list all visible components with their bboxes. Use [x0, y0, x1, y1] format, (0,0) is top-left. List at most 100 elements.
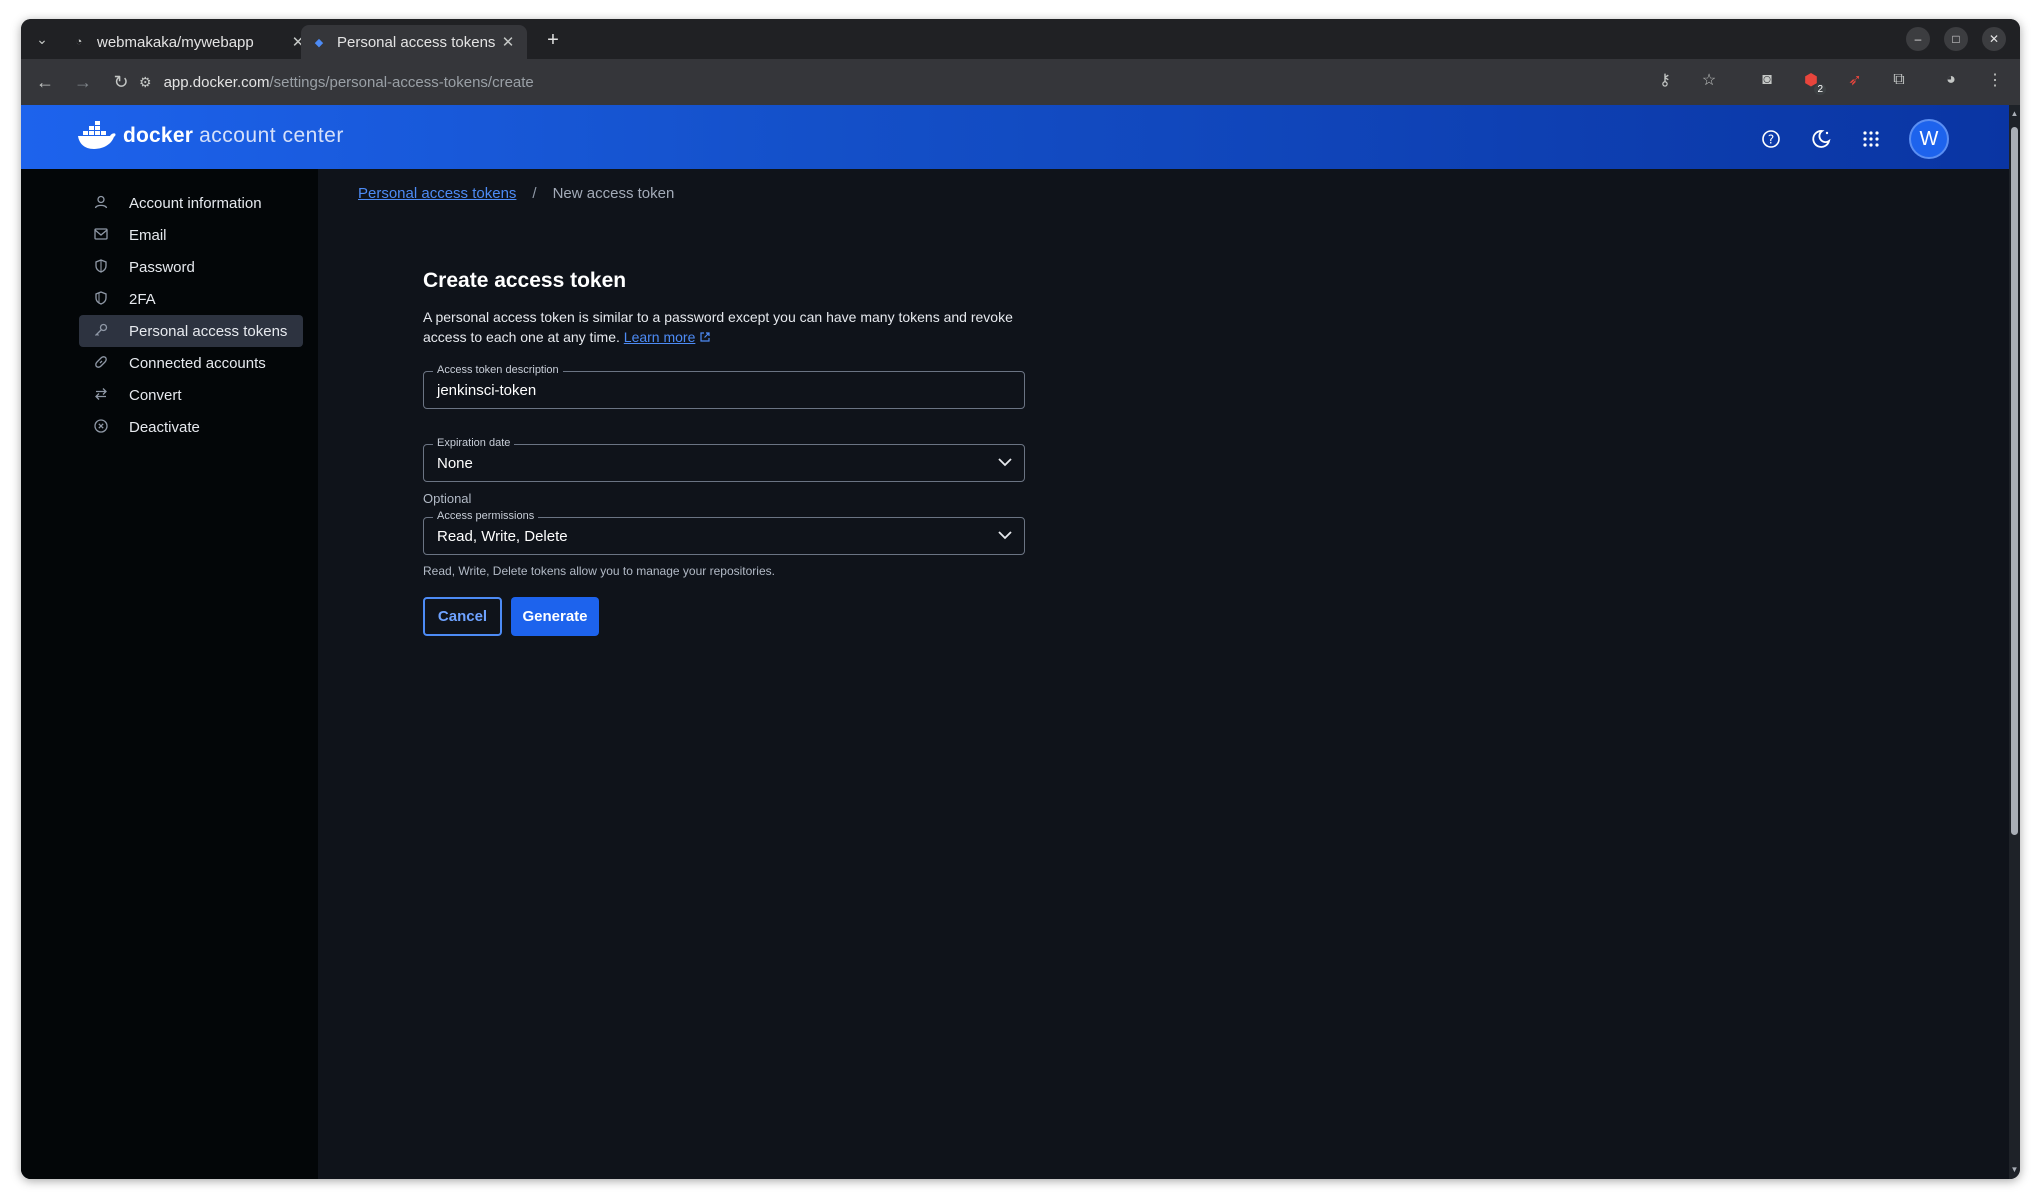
settings-sidebar: Account information Email Password 2FA P…	[21, 169, 318, 1179]
help-icon[interactable]: ?	[1759, 127, 1783, 151]
sidebar-item-connected-accounts[interactable]: Connected accounts	[79, 347, 303, 379]
camera-icon[interactable]: ◙	[1754, 67, 1780, 93]
field-value: jenkinsci-token	[437, 382, 537, 399]
field-value: None	[437, 455, 473, 472]
extension-red-icon[interactable]: ⬢ 2	[1798, 67, 1826, 95]
docker-header: docker account center ? W	[21, 105, 2009, 169]
new-tab-icon[interactable]: +	[541, 29, 565, 53]
scroll-thumb[interactable]	[2011, 127, 2018, 835]
field-label: Access permissions	[433, 510, 539, 522]
scroll-down-arrow-icon[interactable]: ▼	[2010, 1165, 2019, 1175]
permissions-helper-text: Read, Write, Delete tokens allow you to …	[423, 564, 775, 578]
form-description: A personal access token is similar to a …	[423, 307, 1013, 347]
key-icon	[91, 323, 111, 340]
field-value: Read, Write, Delete	[437, 528, 568, 545]
header-actions: ? W	[1759, 119, 1949, 159]
cancel-button[interactable]: Cancel	[423, 597, 502, 636]
bookmark-star-icon[interactable]: ☆	[1696, 67, 1722, 93]
address-bar[interactable]: ⚙ app.docker.com/settings/personal-acces…	[139, 66, 1709, 98]
page-title: Create access token	[423, 269, 627, 292]
extensions-puzzle-icon[interactable]: ⧉	[1886, 67, 1912, 93]
tab-title: webmakaka/mywebapp	[97, 33, 254, 51]
sidebar-item-label: Deactivate	[129, 418, 200, 436]
forward-icon[interactable]: →	[69, 68, 97, 96]
optional-hint: Optional	[423, 491, 472, 506]
sidebar-item-label: Connected accounts	[129, 354, 266, 372]
apps-grid-icon[interactable]	[1859, 127, 1883, 151]
browser-toolbar: ← → ↻ ⚙ app.docker.com/settings/personal…	[21, 59, 2020, 105]
mail-icon	[91, 227, 111, 243]
close-window-icon[interactable]: ✕	[1982, 27, 2006, 51]
shield-check-icon	[91, 290, 111, 308]
sidebar-item-label: Personal access tokens	[129, 322, 288, 340]
reload-icon[interactable]: ↻	[107, 68, 135, 96]
extension-icons: ⚷ ☆ ◙ ⬢ 2 ➶ ⧉ ◕ ⋮	[1652, 67, 2008, 95]
user-icon	[91, 195, 111, 212]
tab-search-icon[interactable]: ⌄	[29, 27, 55, 51]
learn-more-link[interactable]: Learn more	[624, 329, 696, 345]
generate-button[interactable]: Generate	[511, 597, 599, 636]
chevron-down-icon	[998, 458, 1012, 467]
main-panel: Personal access tokens / New access toke…	[318, 169, 2009, 1179]
close-icon[interactable]: ✕	[499, 33, 517, 51]
sidebar-item-email[interactable]: Email	[79, 219, 303, 251]
url-host: app.docker.com	[163, 73, 270, 91]
sidebar-item-label: Password	[129, 258, 195, 276]
field-label: Access token description	[433, 364, 563, 376]
back-icon[interactable]: ←	[31, 68, 59, 96]
chevron-down-icon	[998, 531, 1012, 540]
tab-title: Personal access tokens |	[337, 33, 499, 51]
theme-toggle-icon[interactable]	[1809, 127, 1833, 151]
profile-icon[interactable]: ◕	[1938, 67, 1964, 93]
swap-icon	[91, 387, 111, 404]
token-description-input[interactable]: Access token description jenkinsci-token	[423, 364, 1025, 409]
sidebar-item-2fa[interactable]: 2FA	[79, 283, 303, 315]
password-key-icon[interactable]: ⚷	[1652, 67, 1678, 93]
page-content: Account information Email Password 2FA P…	[21, 169, 2009, 1179]
svg-text:?: ?	[1768, 133, 1774, 147]
extension-badge: 2	[1814, 84, 1826, 95]
docker-favicon-icon: ◆	[314, 36, 324, 49]
access-permissions-select[interactable]: Access permissions Read, Write, Delete	[423, 510, 1025, 555]
sidebar-item-deactivate[interactable]: Deactivate	[79, 411, 303, 443]
window-controls: – □ ✕	[1906, 27, 2006, 51]
link-icon	[91, 355, 111, 372]
description-text: A personal access token is similar to a …	[423, 309, 1013, 345]
browser-window: ⌄ ◔ webmakaka/mywebapp ✕ ◆ Personal acce…	[21, 19, 2020, 1179]
sidebar-item-label: Convert	[129, 386, 182, 404]
breadcrumb: Personal access tokens / New access toke…	[358, 185, 674, 202]
sidebar-item-account-information[interactable]: Account information	[79, 187, 303, 219]
form-actions: Cancel Generate	[423, 597, 599, 636]
shield-icon	[91, 258, 111, 276]
docker-logo[interactable]: docker account center	[77, 121, 344, 151]
x-circle-icon	[91, 418, 111, 436]
field-label: Expiration date	[433, 437, 515, 449]
scroll-up-arrow-icon[interactable]: ▲	[2010, 109, 2019, 119]
sidebar-item-label: 2FA	[129, 290, 156, 308]
maximize-icon[interactable]: □	[1944, 27, 1968, 51]
menu-kebab-icon[interactable]: ⋮	[1982, 67, 2008, 93]
browser-tab-active[interactable]: ◆ Personal access tokens | ✕	[301, 25, 527, 59]
external-link-icon	[700, 332, 710, 342]
github-favicon-icon: ◔	[75, 36, 83, 48]
tab-strip: ⌄ ◔ webmakaka/mywebapp ✕ ◆ Personal acce…	[21, 19, 2020, 59]
breadcrumb-current: New access token	[552, 185, 675, 202]
page-scrollbar[interactable]: ▲ ▼	[2009, 105, 2020, 1179]
avatar[interactable]: W	[1909, 119, 1949, 159]
breadcrumb-link-personal-access-tokens[interactable]: Personal access tokens	[358, 185, 516, 202]
sidebar-item-convert[interactable]: Convert	[79, 379, 303, 411]
brand-account-center: account center	[199, 124, 344, 147]
breadcrumb-separator: /	[532, 185, 537, 202]
sidebar-item-password[interactable]: Password	[79, 251, 303, 283]
brand-docker: docker	[123, 124, 194, 147]
extension-rocket-icon[interactable]: ➶	[1842, 67, 1868, 93]
expiration-date-select[interactable]: Expiration date None	[423, 437, 1025, 482]
create-token-form: Create access token A personal access to…	[423, 269, 1025, 636]
site-info-icon[interactable]: ⚙	[139, 74, 152, 91]
url-path: /settings/personal-access-tokens/create	[269, 73, 534, 91]
minimize-icon[interactable]: –	[1906, 27, 1930, 51]
sidebar-item-personal-access-tokens[interactable]: Personal access tokens	[79, 315, 303, 347]
browser-tab[interactable]: ◔ webmakaka/mywebapp ✕	[61, 25, 317, 59]
sidebar-item-label: Account information	[129, 194, 262, 212]
docker-whale-icon	[78, 121, 116, 149]
